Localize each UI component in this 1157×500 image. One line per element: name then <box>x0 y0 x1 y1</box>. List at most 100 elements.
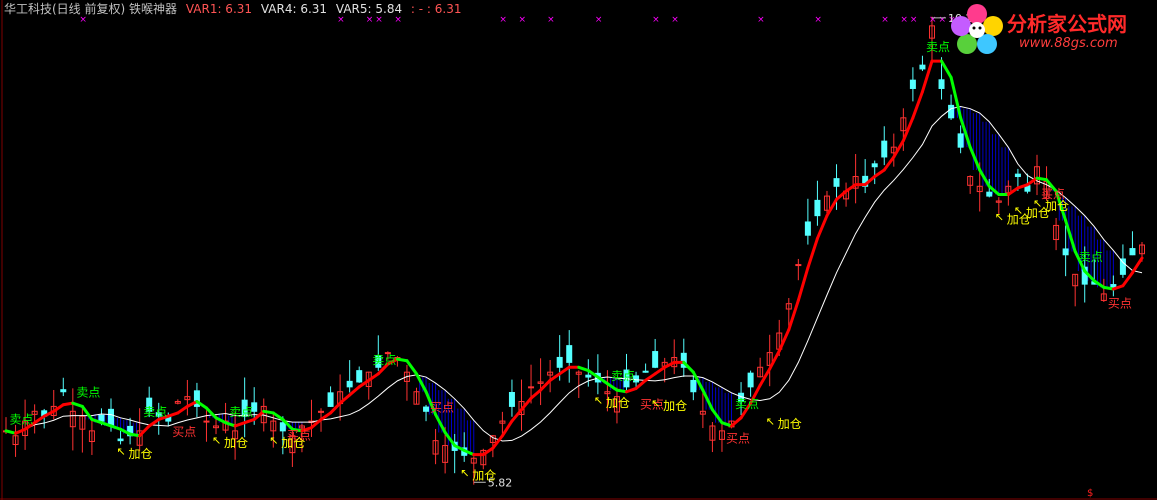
top-marker: × <box>814 15 822 25</box>
trend-segment <box>176 404 189 415</box>
top-marker: × <box>375 15 383 25</box>
trend-segment <box>558 365 571 376</box>
add-position-label: 加仓 <box>129 447 153 461</box>
top-marker-layer: × × × × × × × × × × × × × × × × × × × <box>79 15 955 25</box>
trend-line-layer <box>4 59 1144 457</box>
top-marker: × <box>929 15 937 25</box>
trend-segment <box>224 421 237 428</box>
candle-body <box>528 386 535 389</box>
candle-body <box>957 133 964 148</box>
top-marker: × <box>499 15 507 25</box>
sell-point-label: 卖点 <box>10 412 34 426</box>
top-marker: × <box>79 15 87 25</box>
candle-body <box>919 64 926 70</box>
sell-point-label: 卖点 <box>611 369 635 383</box>
candle-body <box>279 422 286 432</box>
top-marker: × <box>939 15 947 25</box>
top-marker: × <box>652 15 660 25</box>
candle-body <box>881 140 888 158</box>
candle-body <box>747 372 754 388</box>
site-name: 分析家公式网 <box>1007 12 1127 36</box>
trend-segment <box>233 421 247 428</box>
candle-body <box>804 221 811 236</box>
top-marker: × <box>366 15 374 25</box>
trend-segment <box>52 403 65 413</box>
candle-body <box>566 345 573 363</box>
candle-body <box>652 351 659 368</box>
top-marker: × <box>394 15 402 25</box>
trend-segment <box>605 382 619 392</box>
trend-segment <box>33 414 46 425</box>
trend-segment <box>434 413 447 434</box>
add-position-label: 加仓 <box>281 436 305 450</box>
buy-point-label: 买点 <box>172 425 196 439</box>
flower-icon <box>951 4 1003 54</box>
candle-body <box>833 178 840 187</box>
add-arrow-icon: ↖ <box>995 210 1004 223</box>
candle-body <box>117 438 124 442</box>
trend-segment <box>529 388 543 400</box>
trend-segment <box>519 396 533 412</box>
signal-label-layer: 卖点卖点卖点 卖点卖点卖点卖点卖点卖点买点 买点买点 买点买点买点买点↖ 加仓↖ 加仓 ↖ 加… <box>10 40 1132 482</box>
trend-segment <box>625 386 638 394</box>
buy-point-label: 买点 <box>726 432 750 446</box>
candle-body <box>1129 248 1136 256</box>
site-logo: 分析家公式网 www.88gs.com <box>949 2 1149 60</box>
trend-segment <box>978 168 991 188</box>
add-arrow-icon: ↖ <box>594 394 603 407</box>
trend-segment <box>787 298 800 332</box>
trend-segment <box>577 365 590 373</box>
trend-segment <box>367 372 380 382</box>
trend-segment <box>911 90 924 120</box>
add-position-label: 加仓 <box>778 417 802 431</box>
trend-segment <box>768 349 781 371</box>
trend-segment <box>701 388 714 412</box>
candle-body <box>356 370 363 383</box>
trend-segment <box>319 411 333 421</box>
sell-point-label: 卖点 <box>143 405 167 419</box>
trend-segment <box>730 416 743 428</box>
sell-point-label: 卖点 <box>1079 250 1103 264</box>
trend-segment <box>243 417 256 425</box>
trend-segment <box>166 411 180 418</box>
trend-segment <box>214 416 228 425</box>
trend-segment <box>825 197 839 218</box>
add-position-label: 加仓 <box>606 396 630 410</box>
add-arrow-icon: ↖ <box>1033 197 1042 210</box>
candle-body <box>1062 248 1069 256</box>
top-marker: × <box>881 15 889 25</box>
price-low-label: 5.82 <box>488 476 513 489</box>
candle-body <box>948 104 955 119</box>
trend-segment <box>892 139 905 159</box>
slow-ma-line <box>5 106 1143 442</box>
trend-segment <box>348 385 361 397</box>
add-arrow-icon: ↖ <box>117 445 126 458</box>
trend-segment <box>873 168 886 179</box>
candle-body <box>871 163 878 168</box>
top-marker: × <box>337 15 345 25</box>
trend-segment <box>882 155 896 172</box>
candle-body <box>986 191 993 197</box>
trend-segment <box>835 189 848 201</box>
candle-body <box>909 79 916 89</box>
kline-chart[interactable]: 卖点卖点卖点 卖点卖点卖点卖点卖点卖点买点 买点买点 买点买点买点买点↖ 加仓↖ 加仓 ↖ 加… <box>0 0 1157 500</box>
trend-segment <box>644 372 657 382</box>
top-marker: × <box>547 15 555 25</box>
candle-body <box>938 79 945 89</box>
candle-body <box>108 408 115 427</box>
add-position-label: 加仓 <box>224 436 248 450</box>
buy-point-label: 买点 <box>1108 296 1132 310</box>
site-url: www.88gs.com <box>1019 36 1118 51</box>
trend-segment <box>796 266 810 302</box>
candle-body <box>60 389 67 393</box>
trend-segment <box>204 406 218 420</box>
candle-body <box>327 392 334 407</box>
trend-segment <box>338 393 352 405</box>
candle-body <box>203 420 210 423</box>
top-marker: × <box>595 15 603 25</box>
sell-point-label: 卖点 <box>372 353 396 367</box>
buy-point-label: 买点 <box>430 401 454 415</box>
add-arrow-icon: ↖ <box>212 434 221 447</box>
trend-segment <box>109 424 123 431</box>
add-arrow-icon: ↖ <box>651 397 660 410</box>
